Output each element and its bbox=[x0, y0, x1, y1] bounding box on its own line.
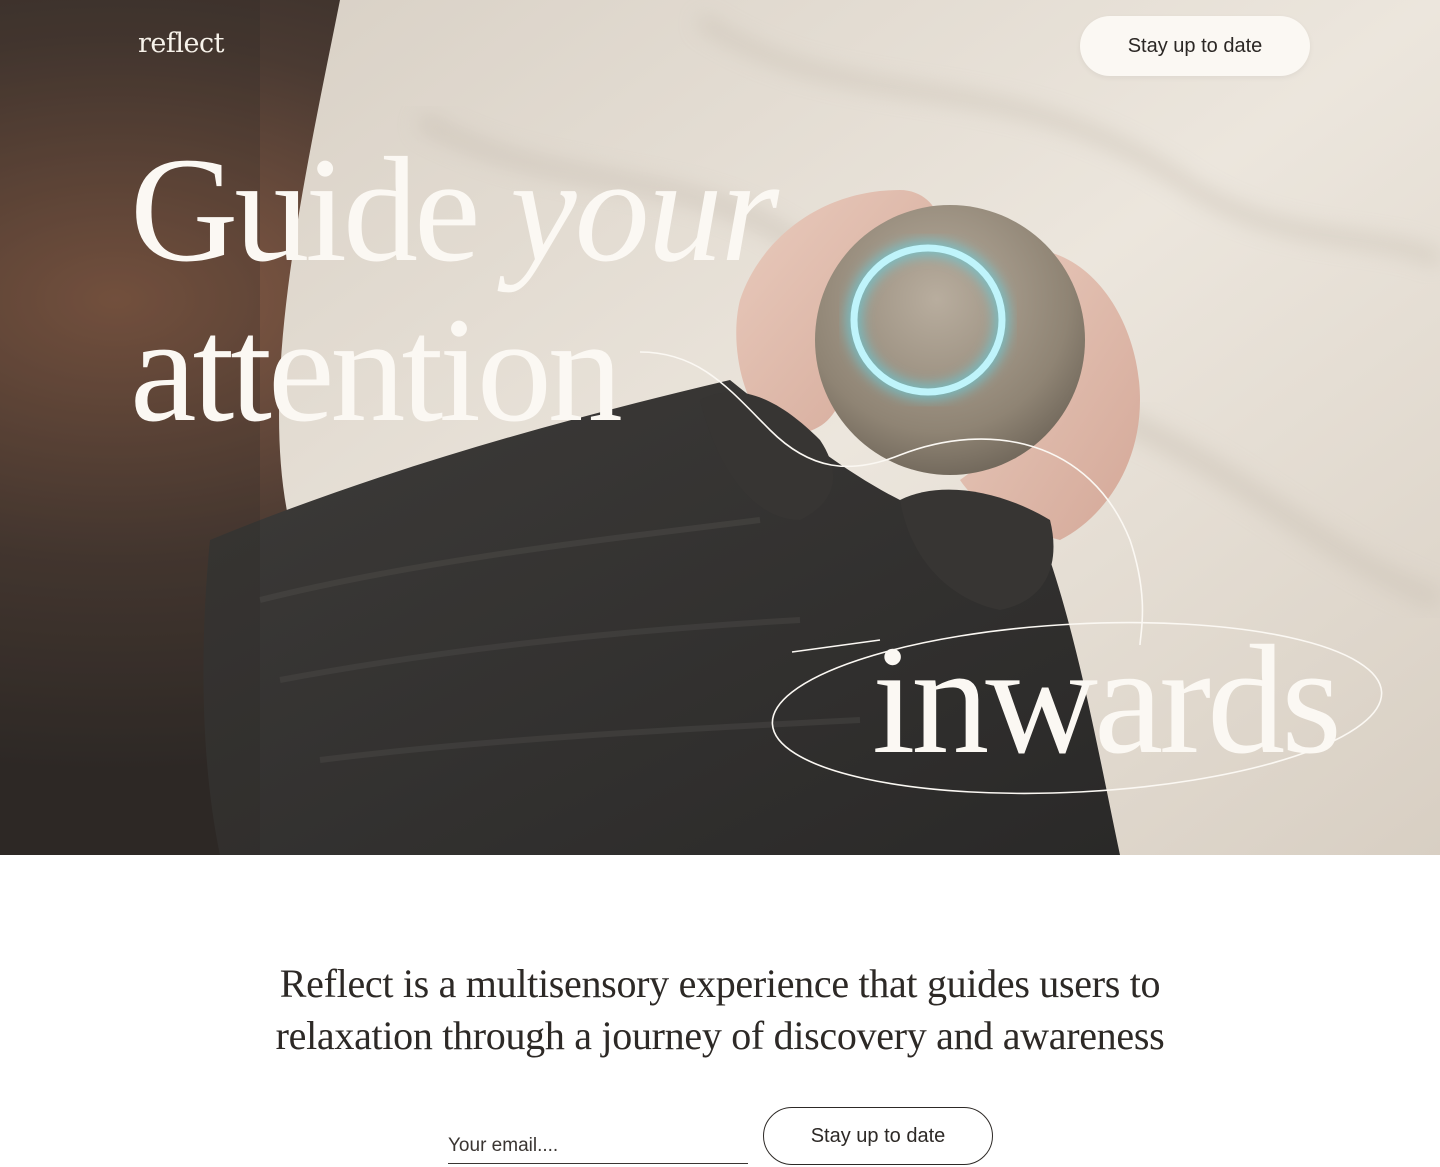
hero-headline: Guide your attention bbox=[130, 127, 779, 453]
headline-word-guide: Guide bbox=[130, 127, 481, 293]
intro-description: Reflect is a multisensory experience tha… bbox=[275, 961, 1165, 1058]
headline-word-attention: attention bbox=[130, 287, 623, 453]
logo[interactable]: reflect bbox=[138, 30, 224, 57]
headline-word-your: your bbox=[510, 127, 779, 293]
headline-word-inwards: inwards bbox=[872, 613, 1342, 786]
email-input[interactable] bbox=[448, 1118, 748, 1164]
headline-line-1: Guide your bbox=[130, 127, 779, 293]
stay-up-to-date-button[interactable]: Stay up to date bbox=[1080, 16, 1310, 76]
hero-section: reflect Stay up to date Guide your atten… bbox=[0, 0, 1440, 855]
signup-submit-button[interactable]: Stay up to date bbox=[763, 1107, 993, 1165]
